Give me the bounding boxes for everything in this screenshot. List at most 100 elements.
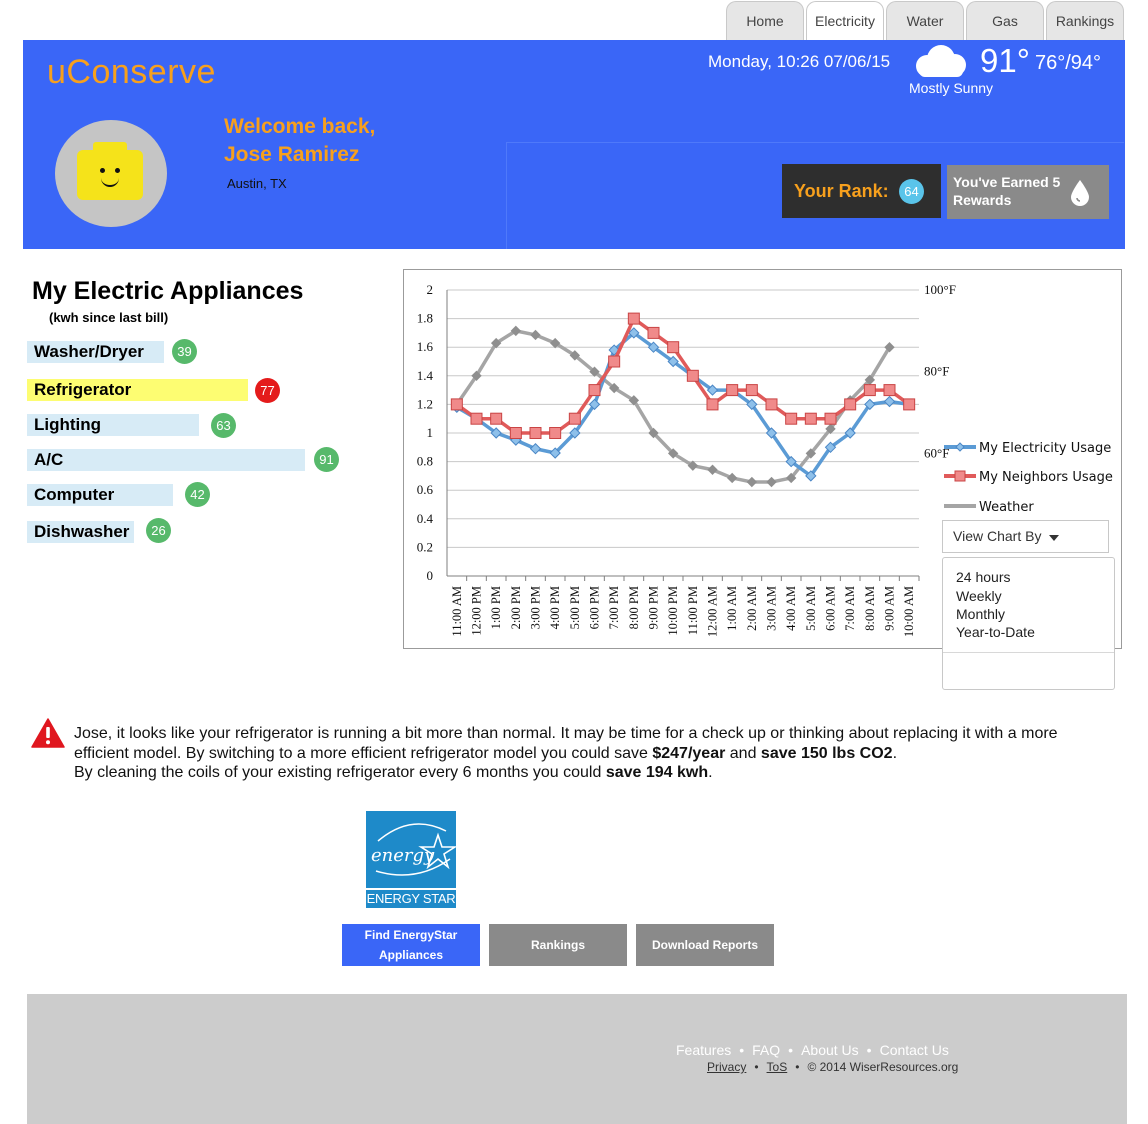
y-tick-label: 0.8 bbox=[417, 454, 433, 469]
x-tick-label: 8:00 PM bbox=[627, 586, 641, 629]
appliances-subtitle: (kwh since last bill) bbox=[49, 310, 169, 325]
appliance-washer-dryer[interactable]: Washer/Dryer bbox=[27, 341, 164, 363]
tab-rankings[interactable]: Rankings bbox=[1046, 1, 1124, 40]
rank-panel[interactable]: Your Rank: 64 bbox=[782, 164, 941, 218]
appliances-title: My Electric Appliances bbox=[32, 277, 304, 305]
footer-link-about-us[interactable]: About Us bbox=[801, 1042, 859, 1058]
footer-link-features[interactable]: Features bbox=[676, 1042, 731, 1058]
appliance-label: A/C bbox=[34, 450, 64, 469]
avatar[interactable] bbox=[55, 120, 167, 227]
alert-kwh: save 194 kwh bbox=[605, 764, 709, 781]
appliance-label: Dishwasher bbox=[34, 522, 130, 541]
x-tick-label: 9:00 AM bbox=[883, 586, 897, 631]
x-tick-label: 1:00 PM bbox=[489, 586, 503, 629]
x-tick-label: 6:00 PM bbox=[588, 586, 602, 629]
alert-text: Jose, it looks like your refrigerator is… bbox=[74, 725, 1058, 762]
appliance-refrigerator[interactable]: Refrigerator bbox=[27, 379, 248, 401]
data-point bbox=[726, 384, 739, 397]
separator: • bbox=[739, 1042, 745, 1058]
data-point bbox=[470, 412, 483, 425]
x-tick-label: 3:00 AM bbox=[765, 586, 779, 631]
footer-nav: Features • FAQ • About Us • Contact Us bbox=[676, 1042, 949, 1058]
data-point bbox=[883, 384, 896, 397]
footer-link-faq[interactable]: FAQ bbox=[752, 1042, 780, 1058]
data-point bbox=[785, 412, 798, 425]
y-tick-label: 0.4 bbox=[417, 511, 434, 526]
rankings-button[interactable]: Rankings bbox=[489, 924, 627, 966]
appliance-ac[interactable]: A/C bbox=[27, 449, 305, 471]
alert-text: . bbox=[708, 764, 713, 781]
x-tick-label: 3:00 PM bbox=[529, 586, 543, 629]
menu-item-monthly[interactable]: Monthly bbox=[956, 606, 1005, 622]
appliance-usage-badge: 91 bbox=[314, 447, 339, 472]
menu-item-24-hours[interactable]: 24 hours bbox=[956, 569, 1010, 585]
y-tick-label: 0 bbox=[427, 568, 434, 583]
button-label: Rankings bbox=[530, 938, 585, 952]
appliance-lighting[interactable]: Lighting bbox=[27, 414, 199, 436]
x-tick-label: 9:00 PM bbox=[647, 586, 661, 629]
download-reports-button[interactable]: Download Reports bbox=[636, 924, 774, 966]
x-tick-label: 12:00 PM bbox=[470, 586, 484, 636]
data-point bbox=[883, 395, 896, 408]
tab-water[interactable]: Water bbox=[886, 1, 964, 40]
button-label: Download Reports bbox=[651, 938, 758, 952]
menu-item-year-to-date[interactable]: Year-to-Date bbox=[956, 624, 1035, 640]
y2-tick-label: 80°F bbox=[924, 364, 949, 379]
date-time: Monday, 10:26 07/06/15 bbox=[708, 52, 891, 71]
current-temperature: 91° bbox=[980, 42, 1030, 79]
data-point bbox=[844, 398, 857, 411]
welcome-line-1: Welcome back, bbox=[224, 115, 376, 138]
tab-electricity[interactable]: Electricity bbox=[806, 1, 884, 40]
welcome-message: Welcome back, Jose Ramirez bbox=[224, 113, 375, 169]
data-point bbox=[529, 427, 542, 439]
data-point bbox=[903, 398, 916, 411]
energy-star-logo[interactable]: energy ENERGY STAR bbox=[366, 811, 456, 908]
x-tick-label: 6:00 AM bbox=[824, 586, 838, 631]
footer: Features • FAQ • About Us • Contact Us Privacy… bbox=[27, 994, 1127, 1124]
menu-item-weekly[interactable]: Weekly bbox=[956, 588, 1002, 604]
x-tick-label: 12:00 AM bbox=[706, 586, 720, 637]
warning-icon bbox=[31, 718, 65, 748]
y-tick-label: 0.6 bbox=[417, 482, 434, 497]
appliance-label: Refrigerator bbox=[34, 380, 132, 399]
y-tick-label: 1.2 bbox=[417, 396, 433, 411]
chevron-down-icon bbox=[1049, 535, 1059, 541]
rewards-panel[interactable]: You've Earned 5 Rewards bbox=[947, 165, 1109, 219]
x-tick-label: 11:00 PM bbox=[686, 586, 700, 635]
data-point bbox=[450, 398, 463, 411]
footer-link-privacy[interactable]: Privacy bbox=[707, 1060, 746, 1074]
appliance-usage-badge: 63 bbox=[211, 413, 236, 438]
divider bbox=[943, 652, 1114, 653]
appliance-usage-badge: 77 bbox=[255, 378, 280, 403]
x-tick-label: 10:00 AM bbox=[902, 586, 916, 637]
x-tick-label: 5:00 AM bbox=[804, 586, 818, 631]
find-energystar-appliances-button[interactable]: Find EnergyStar Appliances bbox=[342, 924, 480, 966]
tab-gas[interactable]: Gas bbox=[966, 1, 1044, 40]
high-low-temperature: 76°/94° bbox=[1035, 52, 1102, 74]
appliance-dishwasher[interactable]: Dishwasher bbox=[27, 521, 134, 543]
energy-star-icon: energy bbox=[371, 823, 456, 876]
logo[interactable]: uConserve bbox=[47, 53, 216, 92]
tab-home[interactable]: Home bbox=[726, 1, 804, 40]
appliance-usage-badge: 42 bbox=[185, 482, 210, 507]
appliance-usage-badge: 39 bbox=[172, 339, 197, 364]
x-tick-label: 4:00 PM bbox=[548, 586, 562, 629]
alert-savings: $247/year bbox=[652, 744, 726, 762]
energy-star-script: energy bbox=[371, 845, 435, 866]
appliance-computer[interactable]: Computer bbox=[27, 484, 173, 506]
footer-link-contact-us[interactable]: Contact Us bbox=[880, 1042, 949, 1058]
x-tick-label: 2:00 AM bbox=[745, 586, 759, 631]
legend-marker bbox=[955, 442, 965, 452]
separator: • bbox=[795, 1060, 800, 1074]
divider bbox=[506, 142, 1124, 143]
footer-link-tos[interactable]: ToS bbox=[767, 1060, 788, 1074]
separator: • bbox=[866, 1042, 872, 1058]
data-point bbox=[745, 384, 758, 397]
data-point bbox=[746, 476, 758, 488]
view-chart-by-dropdown[interactable]: View Chart By bbox=[942, 520, 1109, 553]
data-point bbox=[608, 355, 621, 368]
user-name: Jose Ramirez bbox=[224, 143, 360, 166]
appliance-label: Computer bbox=[34, 485, 115, 504]
data-point bbox=[529, 443, 542, 455]
y-tick-label: 1 bbox=[427, 425, 434, 440]
